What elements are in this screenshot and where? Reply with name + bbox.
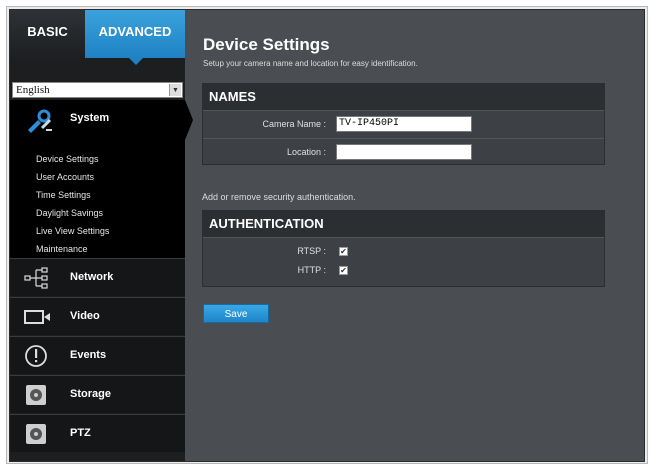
submenu-maintenance[interactable]: Maintenance <box>36 240 109 258</box>
sidebar-item-label: System <box>70 112 110 124</box>
auth-help-text: Add or remove security authentication. <box>202 192 356 202</box>
video-camera-icon <box>24 310 50 324</box>
sidebar-item-ptz[interactable]: PTZ <box>10 414 185 452</box>
http-row: HTTP : ✔ <box>203 262 604 281</box>
camera-name-row: Camera Name : TV-IP450PI <box>203 111 604 139</box>
mode-tabs: BASIC ADVANCED <box>10 10 185 65</box>
page-subtitle: Setup your camera name and location for … <box>203 59 418 68</box>
language-select[interactable]: English ▼ <box>12 82 183 98</box>
main-content: Device Settings Setup your camera name a… <box>185 10 644 461</box>
location-label: Location : <box>286 147 326 157</box>
submenu-time-settings[interactable]: Time Settings <box>36 186 109 204</box>
sidebar-item-storage[interactable]: Storage <box>10 375 185 413</box>
submenu-user-accounts[interactable]: User Accounts <box>36 168 109 186</box>
system-tools-icon <box>28 109 52 133</box>
authentication-heading: AUTHENTICATION <box>203 211 604 238</box>
tab-advanced[interactable]: ADVANCED <box>85 10 185 65</box>
dropdown-arrow-icon[interactable]: ▼ <box>169 84 181 96</box>
submenu-live-view-settings[interactable]: Live View Settings <box>36 222 109 240</box>
alert-icon <box>25 345 47 367</box>
location-row: Location : <box>203 139 604 166</box>
submenu-device-settings[interactable]: Device Settings <box>36 150 109 168</box>
tab-basic[interactable]: BASIC <box>10 10 85 58</box>
sidebar-item-label: Storage <box>70 388 111 400</box>
names-heading: NAMES <box>203 84 604 111</box>
language-selected-value: English <box>16 84 50 96</box>
sidebar-item-video[interactable]: Video <box>10 297 185 335</box>
sidebar-item-events[interactable]: Events <box>10 336 185 374</box>
system-menu: System Device Settings User Accounts Tim… <box>10 100 193 258</box>
camera-name-label: Camera Name : <box>262 119 326 129</box>
http-checkbox[interactable]: ✔ <box>339 266 348 275</box>
rtsp-row: RTSP : ✔ <box>203 243 604 262</box>
submenu-daylight-savings[interactable]: Daylight Savings <box>36 204 109 222</box>
sidebar-item-label: Events <box>70 349 107 361</box>
storage-disk-icon <box>26 385 46 405</box>
page-title: Device Settings <box>203 35 330 54</box>
sidebar: BASIC ADVANCED English ▼ System Device S… <box>10 10 193 461</box>
system-submenu: Device Settings User Accounts Time Setti… <box>36 150 109 258</box>
rtsp-label: RTSP : <box>297 246 326 256</box>
http-label: HTTP : <box>297 265 326 275</box>
sidebar-item-network[interactable]: Network <box>10 258 185 296</box>
sidebar-item-system[interactable]: System <box>10 100 193 140</box>
camera-name-field[interactable]: TV-IP450PI <box>336 116 472 132</box>
location-field[interactable] <box>336 144 472 160</box>
sidebar-item-label: Network <box>70 271 114 283</box>
sidebar-item-label: PTZ <box>70 427 91 439</box>
authentication-section: AUTHENTICATION RTSP : ✔ HTTP : ✔ <box>202 210 605 287</box>
rtsp-checkbox[interactable]: ✔ <box>339 247 348 256</box>
save-button[interactable]: Save <box>203 304 269 323</box>
sidebar-item-label: Video <box>70 310 100 322</box>
app-window: BASIC ADVANCED English ▼ System Device S… <box>9 9 645 462</box>
network-icon <box>24 267 48 289</box>
names-section: NAMES Camera Name : TV-IP450PI Location … <box>202 83 605 165</box>
ptz-icon <box>26 424 46 444</box>
